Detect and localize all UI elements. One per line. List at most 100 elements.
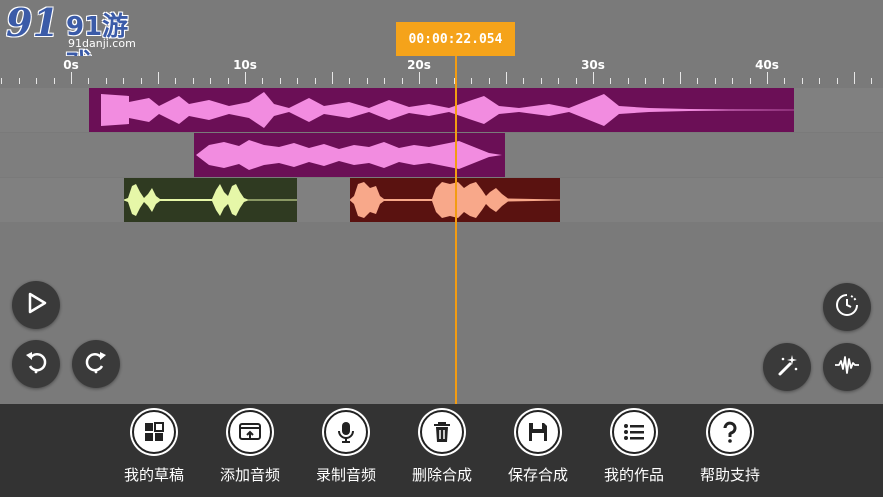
track-1[interactable] (0, 88, 883, 132)
watermark-number: 91 (6, 0, 59, 45)
ruler-tick (349, 78, 351, 84)
add-audio-button[interactable]: 添加音频 (210, 410, 290, 485)
save-mix-label: 保存合成 (507, 466, 568, 484)
track-3[interactable] (0, 178, 883, 222)
ruler-tick (36, 78, 38, 84)
ruler-tick (540, 78, 542, 84)
record-audio-button[interactable]: 录制音频 (306, 410, 386, 485)
ruler-tick (105, 78, 107, 84)
microphone-icon (324, 410, 368, 454)
effects-button[interactable] (763, 343, 811, 391)
add-audio-icon (228, 410, 272, 454)
ruler-tick (749, 78, 751, 84)
ruler-tick (401, 78, 403, 84)
ruler-tick (854, 72, 855, 84)
track-2[interactable] (0, 133, 883, 177)
ruler-tick (506, 72, 507, 84)
timer-icon (834, 292, 860, 322)
ruler-label-20s: 20s (407, 58, 431, 72)
help-support-button[interactable]: 帮助支持 (690, 410, 770, 485)
ruler-tick (297, 78, 299, 84)
ruler-tick (71, 72, 72, 84)
trash-icon (420, 410, 464, 454)
play-button[interactable] (12, 281, 60, 329)
ruler-tick (871, 78, 873, 84)
my-works-label: 我的作品 (603, 466, 664, 484)
ruler-tick (488, 78, 490, 84)
ruler-tick (279, 78, 281, 84)
ruler-tick (123, 78, 125, 84)
ruler-tick (784, 78, 786, 84)
bottom-toolbar: 我的草稿 添加音频 录制音频 删除合成 保存合成 我的作品 帮助支持 (0, 404, 883, 497)
ruler-tick (801, 78, 803, 84)
ruler-tick (227, 78, 229, 84)
ruler-tick (610, 78, 612, 84)
ruler-tick (192, 78, 194, 84)
ruler-tick (732, 78, 734, 84)
waveform-icon (834, 352, 860, 382)
save-mix-button[interactable]: 保存合成 (498, 410, 578, 485)
audio-clip[interactable] (89, 88, 794, 132)
waveform-button[interactable] (823, 343, 871, 391)
ruler-tick (332, 72, 333, 84)
my-drafts-button[interactable]: 我的草稿 (114, 410, 194, 485)
audio-clip[interactable] (124, 178, 297, 222)
waveform (101, 92, 794, 128)
add-audio-label: 添加音频 (219, 466, 280, 484)
ruler-tick (1, 78, 3, 84)
ruler-tick (627, 78, 629, 84)
my-drafts-label: 我的草稿 (123, 466, 184, 484)
ruler-tick (575, 78, 577, 84)
waveform (124, 184, 297, 216)
magic-wand-icon (774, 352, 800, 382)
undo-button[interactable] (12, 340, 60, 388)
help-support-label: 帮助支持 (699, 466, 760, 484)
delete-mix-label: 删除合成 (411, 466, 472, 484)
ruler-tick (314, 78, 316, 84)
ruler-tick (384, 78, 386, 84)
play-icon (23, 290, 49, 320)
current-time-display: 00:00:22.054 (396, 22, 515, 56)
my-works-button[interactable]: 我的作品 (594, 410, 674, 485)
ruler-tick (767, 72, 768, 84)
redo-button[interactable] (72, 340, 120, 388)
record-audio-label: 录制音频 (315, 466, 376, 484)
audio-clip[interactable] (194, 133, 505, 177)
ruler-tick (419, 72, 420, 84)
ruler-tick (697, 78, 699, 84)
ruler-tick (18, 78, 20, 84)
ruler-tick (680, 72, 681, 84)
ruler-tick (245, 72, 246, 84)
ruler-tick (836, 78, 838, 84)
timer-button[interactable] (823, 283, 871, 331)
watermark-logo: 91 91游戏 91danji.com (2, 0, 137, 79)
ruler-tick (140, 78, 142, 84)
drafts-icon (132, 410, 176, 454)
ruler-tick (158, 72, 159, 84)
ruler-tick (645, 78, 647, 84)
ruler-tick (175, 78, 177, 84)
ruler-tick (436, 78, 438, 84)
ruler-label-30s: 30s (581, 58, 605, 72)
ruler-tick (210, 78, 212, 84)
ruler-label-40s: 40s (755, 58, 779, 72)
ruler-tick (662, 78, 664, 84)
ruler-tick (471, 78, 473, 84)
ruler-tick (53, 78, 55, 84)
ruler-label-0s: 0s (63, 58, 79, 72)
waveform (196, 140, 502, 170)
help-icon (708, 410, 752, 454)
timeline-ruler[interactable]: 0s 10s 20s 30s 40s (0, 56, 883, 88)
ruler-label-10s: 10s (233, 58, 257, 72)
ruler-tick (714, 78, 716, 84)
ruler-tick (366, 78, 368, 84)
list-icon (612, 410, 656, 454)
ruler-tick (523, 78, 525, 84)
ruler-tick (262, 78, 264, 84)
ruler-tick (819, 78, 821, 84)
delete-mix-button[interactable]: 删除合成 (402, 410, 482, 485)
undo-icon (23, 349, 49, 379)
redo-icon (83, 349, 109, 379)
ruler-tick (88, 78, 90, 84)
playhead[interactable] (455, 56, 457, 404)
